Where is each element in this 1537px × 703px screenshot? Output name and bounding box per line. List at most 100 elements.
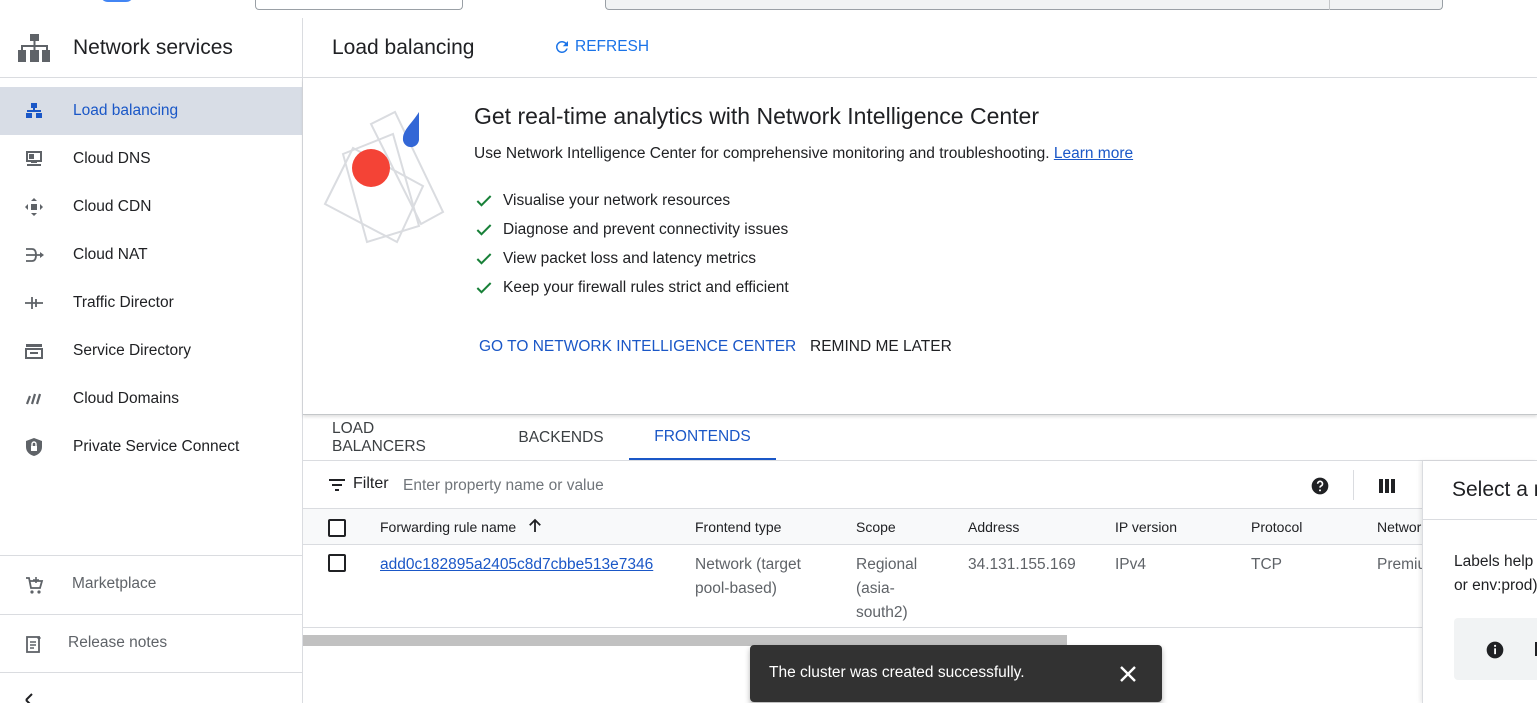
sort-ascending-icon[interactable]	[526, 517, 544, 535]
sidebar-item-traffic-director[interactable]: Traffic Director	[0, 279, 302, 327]
collapse-sidebar-icon[interactable]	[24, 692, 40, 703]
column-header-forwarding-rule-name[interactable]: Forwarding rule name	[380, 517, 544, 535]
check-icon	[476, 223, 492, 236]
sidebar-item-cloud-dns[interactable]: Cloud DNS	[0, 135, 302, 183]
address-cell: 34.131.155.169	[968, 556, 1076, 573]
sidebar: Network services Load balancing Cloud DN…	[0, 18, 303, 703]
checklist-item: Keep your firewall rules strict and effi…	[474, 273, 789, 302]
sidebar-item-label: Private Service Connect	[73, 438, 240, 455]
ip-version-cell: IPv4	[1115, 556, 1147, 573]
sidebar-item-load-balancing[interactable]: Load balancing	[0, 87, 302, 135]
scope-line: (asia-	[856, 580, 895, 597]
nic-promo-banner: Get real-time analytics with Network Int…	[303, 78, 1537, 415]
checklist-item: View packet loss and latency metrics	[474, 244, 789, 273]
info-panel-text-line: or env:prod)	[1454, 577, 1537, 594]
scope-line: Regional	[856, 556, 918, 573]
tab-bar: LOAD BALANCERS BACKENDS FRONTENDS	[303, 415, 1537, 461]
info-panel: Select a resource Labels help organize y…	[1422, 461, 1537, 703]
traffic-director-icon	[25, 297, 43, 309]
load-balancing-icon	[26, 103, 42, 118]
private-service-connect-icon	[26, 438, 42, 456]
check-icon	[476, 252, 492, 265]
project-selector[interactable]	[255, 0, 463, 10]
sidebar-title: Network services	[73, 36, 233, 59]
tab-frontends[interactable]: FRONTENDS	[629, 415, 776, 460]
sidebar-item-service-directory[interactable]: Service Directory	[0, 327, 302, 375]
page-header: Load balancing REFRESH	[303, 18, 1537, 78]
close-icon[interactable]	[1118, 664, 1138, 684]
checklist-item-label: Keep your firewall rules strict and effi…	[503, 278, 789, 296]
info-panel-text-line: Labels help organize your resources	[1454, 553, 1537, 570]
frontend-type-line: pool-based)	[695, 580, 777, 597]
network-tier-cell: Premium	[1377, 556, 1423, 573]
sidebar-item-cloud-cdn[interactable]: Cloud CDN	[0, 183, 302, 231]
snackbar-toast: The cluster was created successfully.	[750, 645, 1162, 702]
cloud-cdn-icon	[25, 198, 43, 216]
cloud-nat-icon	[26, 248, 44, 262]
forwarding-rule-link[interactable]: add0c182895a2405c8d7cbbe513e7346	[380, 553, 653, 577]
table-header: Forwarding rule name Frontend type Scope…	[303, 509, 1423, 545]
remind-me-later-button[interactable]: REMIND ME LATER	[810, 338, 952, 356]
column-header-ip-version[interactable]: IP version	[1115, 519, 1177, 535]
checklist-item-label: View packet loss and latency metrics	[503, 249, 756, 267]
sidebar-item-label: Cloud Domains	[73, 390, 179, 407]
checklist-item-label: Visualise your network resources	[503, 191, 731, 209]
select-all-checkbox[interactable]	[328, 519, 346, 537]
sidebar-item-label: Release notes	[68, 634, 168, 651]
top-bar	[0, 0, 1537, 18]
feature-checklist: Visualise your network resources Diagnos…	[474, 186, 789, 302]
sidebar-item-private-service-connect[interactable]: Private Service Connect	[0, 423, 302, 471]
help-icon[interactable]	[1310, 476, 1330, 496]
filter-label: Filter	[353, 475, 389, 492]
network-services-icon	[18, 34, 50, 62]
scope-cell: Regional (asia- south2)	[856, 553, 917, 625]
checklist-item-label: Diagnose and prevent connectivity issues	[503, 220, 789, 238]
column-header-frontend-type[interactable]: Frontend type	[695, 519, 781, 535]
column-display-options-icon[interactable]	[1377, 476, 1397, 496]
sidebar-item-label: Cloud DNS	[73, 150, 151, 167]
filter-icon	[329, 479, 345, 491]
google-cloud-logo-fragment	[100, 0, 134, 2]
learn-more-link[interactable]: Learn more	[1054, 145, 1133, 162]
sidebar-item-cloud-nat[interactable]: Cloud NAT	[0, 231, 302, 279]
search-bar[interactable]	[605, 0, 1443, 10]
check-icon	[476, 281, 492, 294]
page-title: Load balancing	[332, 36, 475, 59]
info-panel-divider	[1423, 519, 1537, 520]
table-row: add0c182895a2405c8d7cbbe513e7346 Network…	[303, 545, 1423, 628]
sidebar-item-label: Load balancing	[73, 102, 179, 119]
checklist-item: Visualise your network resources	[474, 186, 789, 215]
sidebar-divider	[0, 672, 302, 673]
column-header-label: Forwarding rule name	[380, 519, 517, 535]
column-header-address[interactable]: Address	[968, 519, 1019, 535]
info-panel-title: Select a resource	[1452, 478, 1537, 501]
frontend-type-line: Network (target	[695, 556, 801, 573]
search-divider	[1329, 0, 1330, 10]
sidebar-item-cloud-domains[interactable]: Cloud Domains	[0, 375, 302, 423]
banner-description: Use Network Intelligence Center for comp…	[474, 145, 1133, 163]
sidebar-item-label: Traffic Director	[73, 294, 174, 311]
service-directory-icon	[25, 344, 43, 359]
sidebar-item-label: Cloud NAT	[73, 246, 148, 263]
column-header-scope[interactable]: Scope	[856, 519, 896, 535]
column-header-network-tier[interactable]: Network Tier	[1377, 519, 1423, 535]
banner-title: Get real-time analytics with Network Int…	[474, 103, 1040, 129]
check-icon	[476, 194, 492, 207]
refresh-button[interactable]: REFRESH	[553, 38, 649, 56]
go-to-nic-button[interactable]: GO TO NETWORK INTELLIGENCE CENTER	[479, 338, 796, 356]
sidebar-item-label: Marketplace	[72, 575, 157, 592]
filter-input[interactable]	[403, 474, 1283, 498]
tab-backends[interactable]: BACKENDS	[518, 415, 603, 460]
info-panel-text: Labels help organize your resources or e…	[1454, 550, 1537, 598]
tab-load-balancers[interactable]: LOAD BALANCERS	[332, 415, 464, 460]
banner-description-text: Use Network Intelligence Center for comp…	[474, 145, 1050, 162]
sidebar-item-release-notes[interactable]: Release notes	[0, 614, 302, 672]
info-icon	[1486, 641, 1504, 659]
filter-bar: Filter	[303, 461, 1423, 509]
column-header-protocol[interactable]: Protocol	[1251, 519, 1302, 535]
filter-divider	[1353, 470, 1354, 500]
row-checkbox[interactable]	[328, 554, 346, 572]
sidebar-item-marketplace[interactable]: Marketplace	[0, 555, 302, 613]
refresh-label: REFRESH	[575, 38, 650, 55]
cloud-domains-icon	[25, 393, 42, 405]
